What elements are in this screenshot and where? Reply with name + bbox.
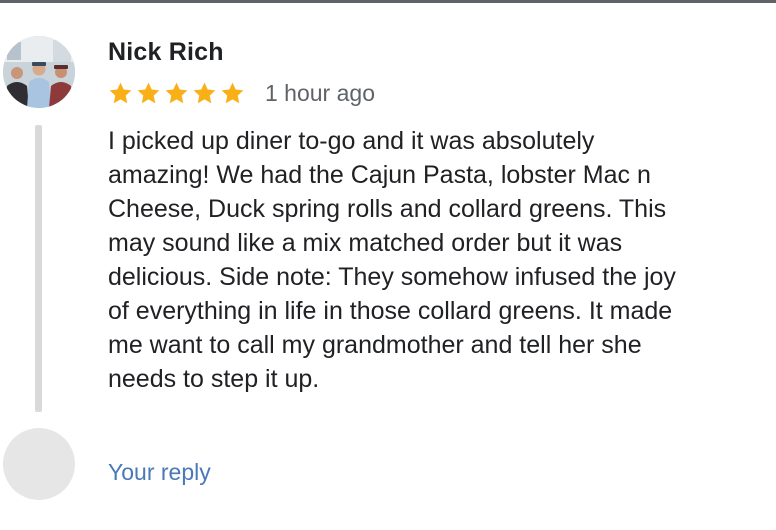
reviewer-name[interactable]: Nick Rich [108,38,224,67]
star-icon [137,82,160,103]
star-icon [193,82,216,103]
star-rating [108,81,245,106]
top-border [0,0,776,3]
reviewer-avatar[interactable] [3,36,75,108]
star-icon [221,82,244,103]
reply-avatar [3,428,75,500]
review-text: I picked up diner to-go and it was absol… [108,127,676,393]
thread-line [35,125,42,412]
rating-row: 1 hour ago [108,78,375,108]
review-timestamp: 1 hour ago [265,79,375,106]
star-icon [109,82,132,103]
your-reply-link[interactable]: Your reply [108,459,211,486]
profile-photo-icon [3,36,75,108]
star-icon [165,82,188,103]
